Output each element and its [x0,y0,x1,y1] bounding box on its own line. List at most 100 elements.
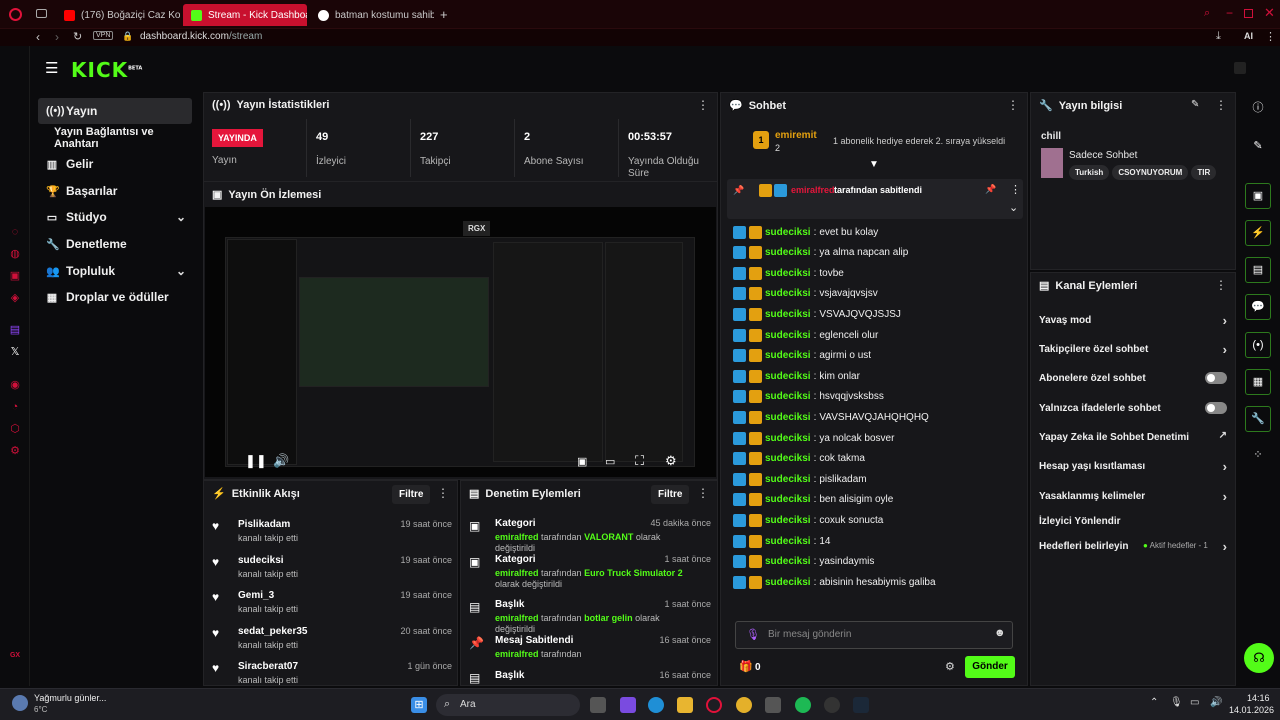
chat-message[interactable]: sudeciksi: coxuk sonucta [733,511,883,529]
twitch-icon[interactable]: ▤ [9,324,21,336]
reload-icon[interactable]: ↻ [73,30,82,43]
chat-message[interactable]: sudeciksi: evet bu kolay [733,223,878,241]
volume-icon[interactable]: 🔊 [273,453,289,469]
mod-user[interactable]: emiralfred [495,649,539,659]
weather-title[interactable]: Yağmurlu günler... [34,693,106,703]
search-tabs-icon[interactable]: ⌕ [1204,7,1210,20]
copilot-icon[interactable] [620,697,636,713]
chat-message[interactable]: sudeciksi: agirmi o ust [733,347,871,365]
support-button[interactable]: ☊ [1244,643,1274,673]
chat-message[interactable]: sudeciksi: hsvqqjvsksbss [733,388,884,406]
kebab-menu-icon[interactable]: ⋮ [697,486,709,500]
chat-username[interactable]: sudeciksi [765,474,811,485]
chat-username[interactable]: sudeciksi [765,412,811,423]
stream-preview-video[interactable]: RGX ❚❚ 🔊 ▣ ▭ ⛶ ⚙ [205,207,716,477]
kebab-menu-icon[interactable]: ⋮ [1215,278,1227,292]
workspace-icon[interactable] [36,9,47,18]
chat-username[interactable]: sudeciksi [765,536,811,547]
tag[interactable]: CSOYNUYORUM [1112,165,1189,180]
chat-message[interactable]: sudeciksi: ya alma napcan alip [733,244,908,262]
mod-user[interactable]: emiralfred [495,532,539,542]
edit-icon[interactable]: ✎ [1191,99,1199,110]
mod-user[interactable]: emiralfred [495,613,539,623]
action-account-age[interactable]: Hesap yaşı kısıtlaması › [1039,459,1227,474]
hamburger-menu-icon[interactable]: ☰ [45,59,58,77]
gx-icon[interactable]: GX [9,650,21,662]
microphone-icon[interactable]: 🎙 [746,628,760,641]
chat-username[interactable]: sudeciksi [765,433,811,444]
action-raid[interactable]: İzleyici Yönlendir [1039,516,1227,527]
chat-message[interactable]: sudeciksi: tovbe [733,264,844,282]
url-text[interactable]: dashboard.kick.com/stream [140,31,262,42]
maximize-icon[interactable] [1244,9,1253,18]
chat-username[interactable]: sudeciksi [765,247,811,258]
nav-gelir[interactable]: ▥ Gelir [38,151,192,177]
x-icon[interactable]: 𝕏 [9,346,21,358]
chat-message[interactable]: sudeciksi: ben alisigim oyle [733,491,893,509]
nav-basarilar[interactable]: 🏆 Başarılar [38,178,192,204]
chevron-down-icon[interactable]: ⌄ [1009,201,1018,214]
tray-chevron-icon[interactable]: ⌃ [1150,697,1158,708]
chat-message[interactable]: sudeciksi: ya nolcak bosver [733,429,894,447]
subscribers-only-toggle[interactable] [1205,372,1227,384]
messenger-icon[interactable]: ◈ [9,292,21,304]
kebab-menu-icon[interactable]: ⋮ [1215,98,1227,112]
chat-username[interactable]: sudeciksi [765,268,811,279]
chat-username[interactable]: sudeciksi [765,494,811,505]
camera-icon[interactable]: ▣ [1245,183,1271,209]
chat-username[interactable]: sudeciksi [765,309,811,320]
nav-topluluk[interactable]: 👥 Topluluk ⌄ [38,258,192,284]
action-followers-only[interactable]: Takipçilere özel sohbet › [1039,342,1227,357]
apps-icon[interactable]: ⁘ [1245,443,1271,469]
chat-message[interactable]: sudeciksi:14 [733,532,831,550]
store-icon[interactable] [765,697,781,713]
tab-youtube[interactable]: (176) Boğaziçi Caz Korosu [56,4,180,26]
mod-user[interactable]: emiralfred [495,568,539,578]
chat-message[interactable]: sudeciksi: vsjavajqvsjsv [733,285,878,303]
windows-start-icon[interactable]: ⊞ [411,697,427,713]
activity-user[interactable]: Pislikadam [238,519,290,530]
clock-date[interactable]: 14.01.2026 [1229,705,1274,715]
filter-button[interactable]: Filtre [651,485,690,504]
chat-message[interactable]: sudeciksi: yasindaymis [733,553,874,571]
chat-message[interactable]: sudeciksi: pislikadam [733,470,867,488]
activity-user[interactable]: Gemi_3 [238,590,274,601]
kebab-menu-icon[interactable]: ⋮ [697,98,709,112]
edit-icon[interactable]: ✎ [1245,134,1271,160]
chat-username[interactable]: sudeciksi [765,453,811,464]
chat-input[interactable]: 🎙 Bir mesaj gönderin ☻ [735,621,1013,649]
chat-message[interactable]: sudeciksi: VSVAJQVQJSJSJ [733,305,901,323]
activity-user[interactable]: sedat_peker35 [238,626,308,637]
back-icon[interactable]: ‹ [36,30,40,44]
collapse-icon[interactable]: ▼ [869,159,879,170]
chat-message[interactable]: sudeciksi: VAVSHAVQJAHQHQHQ [733,408,929,426]
clock-time[interactable]: 14:16 [1247,693,1270,703]
pinned-user[interactable]: emiralfred [791,185,835,195]
chat-username[interactable]: sudeciksi [765,330,811,341]
history-icon[interactable]: ◔ [9,401,21,413]
spotify-icon[interactable] [795,697,811,713]
microphone-icon[interactable]: 🎙 [1170,697,1183,708]
pip-icon[interactable]: ▣ [577,455,587,468]
nav-denetleme[interactable]: 🔧 Denetleme [38,231,192,257]
chat-username[interactable]: sudeciksi [765,288,811,299]
nav-yayin[interactable]: ((•)) Yayın [38,98,192,124]
chat-message[interactable]: sudeciksi: abisinin hesabiymis galiba [733,573,936,591]
player-icon[interactable]: ◉ [9,379,21,391]
pinned-message[interactable]: 📌 emiralfred tarafından sabitlendi 📌 ⋮ ⌄ [727,179,1023,219]
action-slow-mode[interactable]: Yavaş mod › [1039,313,1227,328]
tag[interactable]: TIR [1191,165,1217,180]
user-avatar[interactable] [1234,62,1246,74]
steam-icon[interactable] [853,697,869,713]
theater-icon[interactable]: ▭ [605,455,615,468]
edge-icon[interactable] [648,697,664,713]
chat-username[interactable]: sudeciksi [765,227,811,238]
chat-message[interactable]: sudeciksi: eglenceli olur [733,326,878,344]
download-icon[interactable]: ⤓ [1216,30,1221,43]
wrench-icon[interactable]: 🔧 [1245,406,1271,432]
activity-user[interactable]: sudeciksi [238,555,284,566]
chat-message[interactable]: sudeciksi: cok takma [733,450,865,468]
tab-kick-dashboard[interactable]: Stream - Kick Dashboard [183,4,307,26]
kebab-menu-icon[interactable]: ⋮ [1007,98,1019,112]
display-icon[interactable]: ▭ [1190,697,1199,708]
